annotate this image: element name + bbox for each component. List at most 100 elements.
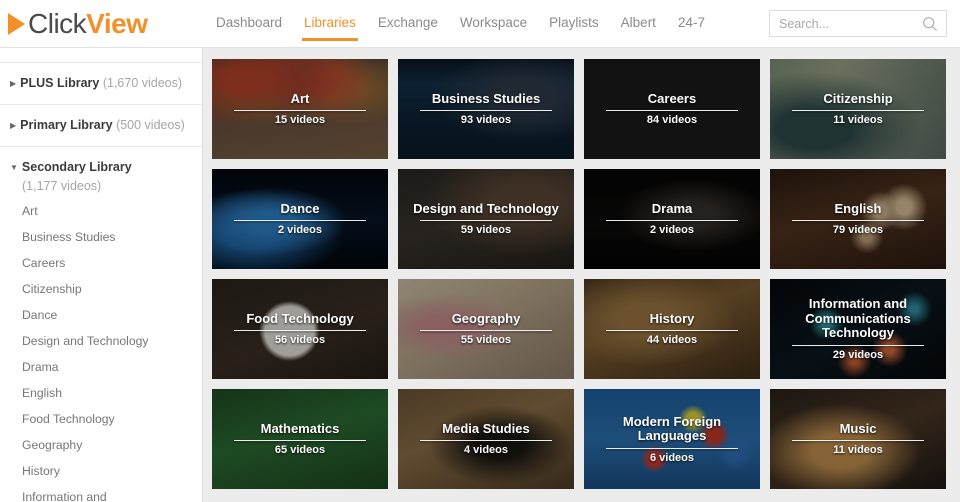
tile-citizenship[interactable]: Citizenship 11 videos [770,59,946,159]
tile-careers[interactable]: Careers 84 videos [584,59,760,159]
tile-content: Music 11 videos [770,389,946,489]
tile-divider [234,440,366,442]
tile-content: Geography 55 videos [398,279,574,379]
tile-video-count: 55 videos [460,334,512,347]
tile-video-count: 11 videos [833,444,883,457]
main-nav: Dashboard Libraries Exchange Workspace P… [205,0,716,48]
tile-title: Drama [651,200,693,216]
logo-text-click: Click [28,8,87,39]
tile-drama[interactable]: Drama 2 videos [584,169,760,269]
tile-video-count: 15 videos [274,114,326,127]
play-triangle-icon [8,13,25,35]
tile-content: Dance 2 videos [212,169,388,269]
tile-video-count: 84 videos [646,114,698,127]
top-navigation-bar: Click View Dashboard Libraries Exchange W… [0,0,960,48]
tile-title: Careers [647,90,697,106]
sidebar-group-plus-library[interactable]: ▶ PLUS Library (1,670 videos) [0,62,202,105]
tile-content: Careers 84 videos [584,59,760,159]
tile-video-count: 2 videos [277,224,323,237]
tile-title: Food Technology [246,310,354,326]
search-box[interactable] [769,10,947,37]
sidebar-item-food-technology[interactable]: Food Technology [0,406,202,432]
nav-item-24-7[interactable]: 24-7 [667,0,716,48]
sidebar-item-information-and-communications-technology[interactable]: Information and Communications Technolog… [0,484,202,502]
tile-title: Citizenship [823,90,893,106]
tile-art[interactable]: Art 15 videos [212,59,388,159]
sidebar-group-plus-library-count: (1,670 videos) [102,76,183,90]
tile-content: Information and Communications Technolog… [770,279,946,379]
tile-divider [420,440,552,442]
sidebar-group-secondary-library-name: Secondary Library [21,160,132,174]
tile-content: Media Studies 4 videos [398,389,574,489]
tile-video-count: 6 videos [649,451,695,464]
nav-item-libraries[interactable]: Libraries [293,0,367,48]
tile-divider [420,220,552,222]
tile-dance[interactable]: Dance 2 videos [212,169,388,269]
nav-item-albert[interactable]: Albert [610,0,667,48]
nav-item-exchange[interactable]: Exchange [367,0,449,48]
tile-mathematics[interactable]: Mathematics 65 videos [212,389,388,489]
tile-music[interactable]: Music 11 videos [770,389,946,489]
sidebar-group-plus-library-name: PLUS Library [20,76,100,90]
tile-history[interactable]: History 44 videos [584,279,760,379]
tile-title: English [834,200,882,216]
tile-title: Modern Foreign Languages [622,413,722,443]
tile-divider [606,220,738,222]
sidebar-item-careers[interactable]: Careers [0,250,202,276]
search-input[interactable] [770,11,946,36]
tile-title: Music [839,420,877,436]
clickview-logo[interactable]: Click View [8,8,148,40]
tile-food-technology[interactable]: Food Technology 56 videos [212,279,388,379]
tile-content: English 79 videos [770,169,946,269]
sidebar-item-english[interactable]: English [0,380,202,406]
sidebar-item-citizenship[interactable]: Citizenship [0,276,202,302]
sidebar-item-design-and-technology[interactable]: Design and Technology [0,328,202,354]
tile-title: Dance [280,200,320,216]
sidebar-group-primary-library[interactable]: ▶ Primary Library (500 videos) [0,105,202,147]
subject-tile-grid: Art 15 videos Business Studies 93 videos… [212,59,952,489]
sidebar-group-primary-library-head: ▶ Primary Library (500 videos) [10,117,188,134]
nav-item-workspace[interactable]: Workspace [449,0,538,48]
chevron-right-icon: ▶ [10,79,17,88]
chevron-right-icon: ▶ [10,121,17,130]
sidebar-item-drama[interactable]: Drama [0,354,202,380]
tile-geography[interactable]: Geography 55 videos [398,279,574,379]
tile-business-studies[interactable]: Business Studies 93 videos [398,59,574,159]
sidebar-group-plus-library-head: ▶ PLUS Library (1,670 videos) [10,75,188,92]
logo-text-view: View [86,8,148,39]
tile-design-and-technology[interactable]: Design and Technology 59 videos [398,169,574,269]
tile-title: History [649,310,695,326]
tile-title: Media Studies [442,420,530,436]
sidebar-group-secondary-library[interactable]: ▼ Secondary Library (1,177 videos) [0,147,202,198]
tile-divider [792,110,924,112]
nav-item-dashboard[interactable]: Dashboard [205,0,293,48]
chevron-down-icon: ▼ [10,163,18,172]
sidebar-item-history[interactable]: History [0,458,202,484]
tile-content: Mathematics 65 videos [212,389,388,489]
sidebar-item-art[interactable]: Art [0,198,202,224]
tile-video-count: 29 videos [832,348,884,361]
sidebar-group-secondary-library-count: (1,177 videos) [22,179,102,193]
sidebar-item-geography[interactable]: Geography [0,432,202,458]
tile-video-count: 93 videos [460,114,512,127]
sidebar-group-secondary-library-head: ▼ Secondary Library (1,177 videos) [10,159,188,194]
tile-divider [606,330,738,332]
tile-video-count: 44 videos [646,334,698,347]
tile-content: Food Technology 56 videos [212,279,388,379]
tile-divider [792,220,924,222]
tile-content: Business Studies 93 videos [398,59,574,159]
tile-english[interactable]: English 79 videos [770,169,946,269]
tile-title: Information and Communications Technolog… [805,296,911,341]
sidebar-item-dance[interactable]: Dance [0,302,202,328]
tile-video-count: 2 videos [649,224,695,237]
sidebar-item-business-studies[interactable]: Business Studies [0,224,202,250]
tile-video-count: 65 videos [274,444,326,457]
sidebar-group-primary-library-name: Primary Library [20,118,113,132]
tile-information-and-communications-technology[interactable]: Information and Communications Technolog… [770,279,946,379]
tile-media-studies[interactable]: Media Studies 4 videos [398,389,574,489]
nav-item-playlists[interactable]: Playlists [538,0,610,48]
tile-divider [792,440,924,442]
tile-modern-foreign-languages[interactable]: Modern Foreign Languages 6 videos [584,389,760,489]
tile-content: History 44 videos [584,279,760,379]
tile-divider [792,344,924,346]
